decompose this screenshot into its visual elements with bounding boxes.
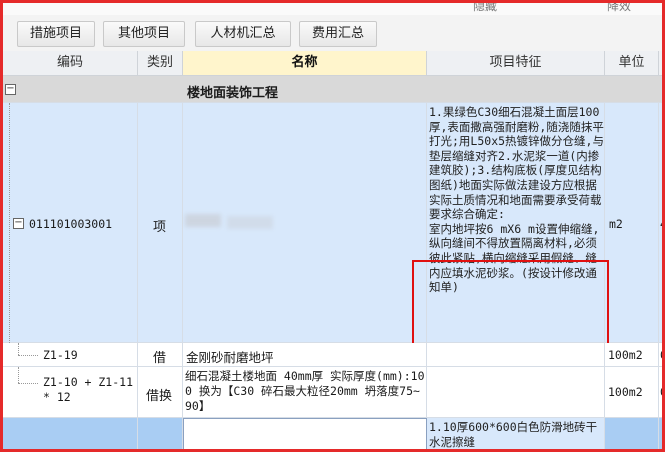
sub-row-1-name: 金刚砂耐磨地坪 [186,350,274,365]
tree-line [9,103,10,343]
app-window: 隐藏 降效 措施项目 其他项目 人材机汇总 费用汇总 编码 类别 名称 项目特征… [0,0,665,452]
sub-row-1-category: 借 [153,351,167,366]
item-category: 项 [153,220,167,235]
sub-row-2-name-cell[interactable]: 细石混凝土楼地面 40mm厚 实际厚度(mm):100 换为【C30 碎石最大粒… [183,367,427,418]
tab-measures[interactable]: 措施项目 [17,21,95,47]
sub-row-2-feature-cell[interactable] [427,367,605,418]
tree-branch-h [18,355,38,356]
next-item-code-cell[interactable] [3,418,138,449]
next-item-extra-cell[interactable] [659,418,662,449]
next-item-category-cell[interactable] [138,418,183,449]
section-collapse-toggle[interactable]: − [5,84,16,95]
highlight-box [412,260,609,345]
header-feature[interactable]: 项目特征 [427,51,605,76]
hide-label[interactable]: 隐藏 [473,3,497,14]
header-code[interactable]: 编码 [3,51,138,76]
sub-row-2-extra: 0 [660,385,662,399]
item-feature-text: 1.果绿色C30细石混凝土面层100厚,表面撒高强耐磨粉,随浇随抹平打光;用L5… [429,105,604,222]
sub-row-1-unit: 100m2 [608,348,643,362]
header-extra [659,51,662,76]
sub-row-2-category: 借换 [146,389,173,404]
sub-row-1-code: Z1-19 [43,348,78,362]
sub-row-2-code: Z1-10 + Z1-11 * 12 [43,375,134,404]
item-unit: m2 [609,217,623,231]
sub-row-1-extra: 0 [660,348,662,362]
sub-row-2-unit: 100m2 [608,385,643,399]
section-row[interactable] [3,76,662,103]
item-code: 011101003001 [29,217,113,231]
blurred-name-2 [227,216,273,229]
sub-row-2-name: 细石混凝土楼地面 40mm厚 实际厚度(mm):100 换为【C30 碎石最大粒… [185,369,425,413]
next-item-feature-cell[interactable]: 1.10厚600*600白色防滑地砖干水泥擦缝 [427,418,605,449]
tree-branch [18,367,19,383]
tree-branch-h [18,383,38,384]
tab-labor-material-summary[interactable]: 人材机汇总 [195,21,291,47]
efficiency-label[interactable]: 降效 [607,3,631,14]
next-item-feature-text: 1.10厚600*600白色防滑地砖干水泥擦缝 [429,420,598,449]
section-name: 楼地面装饰工程 [187,86,279,101]
item-collapse-toggle[interactable]: − [13,218,24,229]
header-unit[interactable]: 单位 [605,51,659,76]
sub-row-1-feature-cell[interactable] [427,343,605,367]
tab-other-items[interactable]: 其他项目 [103,21,185,47]
tree-branch [18,343,19,355]
header-category[interactable]: 类别 [138,51,183,76]
header-name[interactable]: 名称 [183,51,427,76]
tab-fee-summary[interactable]: 费用汇总 [299,21,377,47]
item-extra: 4 [660,217,662,231]
tab-bar: 措施项目 其他项目 人材机汇总 费用汇总 [3,15,662,52]
next-item-name-cell[interactable] [183,418,427,449]
blurred-name-1 [185,214,221,227]
next-item-unit-cell[interactable] [605,418,659,449]
